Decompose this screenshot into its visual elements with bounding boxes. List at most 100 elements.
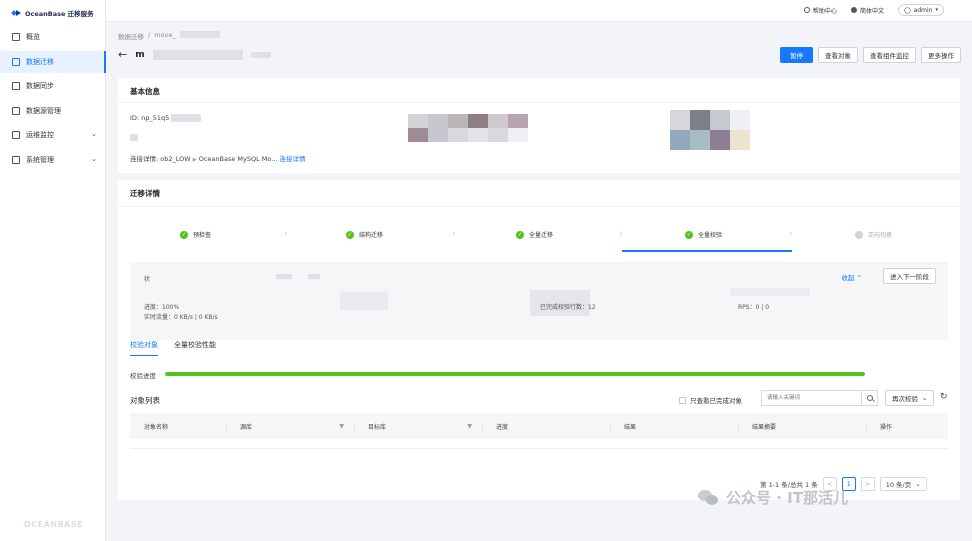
watermark-text: 公众号 · IT那活儿 [726, 489, 848, 507]
migration-detail-card: 迁移详情 ✓ 预检查 › ✓ 结构迁移 › ✓ 全量迁移 › ✓ 全量校验 › … [118, 180, 960, 500]
redacted-block [730, 288, 810, 296]
sidebar-item-label: 数据迁移 [26, 57, 54, 66]
page-size-label: 10 条/页 [885, 481, 912, 489]
help-center-label: 帮助中心 [812, 7, 837, 15]
search-icon [866, 395, 873, 401]
user-icon: ◯ [903, 6, 911, 14]
step-full-migration[interactable]: ✓ 全量迁移 [516, 230, 553, 239]
chevron-right-icon: › [789, 229, 793, 239]
filter-icon[interactable]: ▼ [339, 423, 344, 430]
globe-icon [850, 7, 857, 13]
only-finished-filter[interactable]: 只查看已完成对象 [679, 395, 742, 405]
view-monitor-button[interactable]: 查看组件监控 [863, 47, 916, 63]
collapse-toggle[interactable]: 收起 ⌃ [841, 272, 862, 282]
search-button[interactable] [861, 390, 877, 406]
datasource-icon [12, 106, 20, 115]
search-input[interactable] [762, 391, 862, 405]
migrate-icon [12, 57, 20, 66]
step-precheck[interactable]: ✓ 预检查 [180, 230, 211, 239]
sidebar-item-data-sync[interactable]: 数据同步 [0, 75, 106, 97]
oceanbase-logo-icon [12, 9, 21, 18]
progress-text: 进度：100% [144, 304, 180, 311]
object-table-header: 对象名称 源库 ▼ 目标库 ▼ 进度 结果 结果摘要 操作 [130, 413, 948, 439]
redacted-block [250, 51, 271, 58]
tab-verification-performance[interactable]: 全量校验性能 [174, 340, 216, 356]
column-header-target: 目标库 ▼ [354, 413, 482, 439]
footer-logo: OCEANBASE [24, 520, 84, 529]
divider [118, 102, 960, 103]
sidebar-item-datasource[interactable]: 数据源管理 [0, 100, 106, 122]
pending-circle-icon [855, 230, 863, 239]
redacted-field [130, 134, 138, 143]
step-forward-switch[interactable]: 正向切换 [855, 230, 892, 239]
tab-verification-objects[interactable]: 校验对象 [130, 340, 158, 356]
chevron-right-icon: › [284, 229, 288, 239]
chevron-down-icon: ⌄ [91, 130, 97, 138]
breadcrumb-root[interactable]: 数据迁移 [118, 31, 144, 41]
step-schema-migration[interactable]: ✓ 结构迁移 [346, 230, 383, 239]
sidebar-nav: 概览 数据迁移 数据同步 数据源管理 运维监控 ⌄ 系统管理 ⌄ [0, 26, 106, 173]
column-label: 目标库 [368, 423, 387, 431]
throughput-text: 实时流量：0 KB/s | 0 KB/s [144, 314, 218, 321]
column-label: 源库 [240, 423, 253, 431]
sidebar-item-data-migration[interactable]: 数据迁移 [0, 50, 106, 73]
pause-button[interactable]: 暂停 [780, 47, 813, 63]
check-circle-icon: ✓ [180, 230, 188, 239]
refresh-icon[interactable]: ↻ [940, 392, 948, 402]
only-finished-label: 只查看已完成对象 [690, 397, 742, 405]
sidebar-item-system[interactable]: 系统管理 ⌄ [0, 149, 106, 171]
sidebar-item-overview[interactable]: 概览 [0, 26, 106, 48]
checkbox[interactable] [679, 396, 686, 404]
step-full-verification[interactable]: ✓ 全量校验 [685, 230, 722, 239]
column-label: 进度 [496, 423, 509, 431]
chevron-down-icon: ⌄ [922, 394, 928, 402]
arrow-right-icon: ▶ [192, 157, 197, 163]
connection-details-link[interactable]: 连接详情 [280, 155, 306, 163]
task-id-value: np_51q5 [141, 114, 170, 122]
app-logo[interactable]: OceanBase 迁移服务 [12, 6, 94, 20]
check-circle-icon: ✓ [685, 230, 693, 239]
sidebar-item-monitor[interactable]: 运维监控 ⌄ [0, 124, 106, 146]
active-step-indicator [622, 250, 792, 252]
page-size-select[interactable]: 10 条/页 ⌄ [879, 477, 927, 491]
object-search [761, 390, 878, 406]
help-center-link[interactable]: 帮助中心 [803, 6, 837, 15]
language-switch[interactable]: 简体中文 [850, 6, 884, 15]
step-label: 正向切换 [868, 232, 893, 239]
migration-steps: ✓ 预检查 › ✓ 结构迁移 › ✓ 全量迁移 › ✓ 全量校验 › 正向切换 [118, 229, 960, 252]
sidebar-item-label: 运维监控 [26, 131, 54, 139]
sidebar-item-label: 概览 [26, 33, 40, 41]
column-header-progress: 进度 [482, 413, 610, 439]
column-label: 结果摘要 [752, 423, 777, 431]
recheck-label: 再次校验 [892, 395, 918, 403]
user-name: admin [913, 6, 933, 14]
chevron-up-icon: ⌃ [856, 274, 862, 282]
user-menu[interactable]: ◯ admin ▾ [897, 4, 944, 16]
view-objects-button[interactable]: 查看对象 [818, 47, 858, 63]
filter-icon[interactable]: ▼ [467, 423, 472, 430]
migration-detail-title: 迁移详情 [130, 189, 160, 198]
stage-summary: 状 进度：100% 实时流量：0 KB/s | 0 KB/s 已完成校验行数：1… [130, 262, 948, 340]
connection-label: 连接详情: [130, 155, 159, 163]
task-id-label: ID: [130, 114, 140, 122]
page-title: m [135, 49, 145, 60]
next-page-button[interactable]: > [860, 477, 875, 491]
connection-source: ob2_LOW [160, 155, 191, 163]
collapse-label: 收起 [841, 274, 855, 282]
more-actions-button[interactable]: 更多操作 [921, 47, 961, 63]
recheck-dropdown[interactable]: 再次校验 ⌄ [885, 390, 935, 406]
next-stage-button[interactable]: 进入下一阶段 [883, 268, 936, 284]
column-label: 对象名称 [144, 423, 169, 431]
column-header-object-name: 对象名称 [130, 413, 226, 439]
redacted-block [179, 31, 220, 38]
chevron-right-icon: › [452, 229, 456, 239]
breadcrumb: 数据迁移 / move_ [118, 31, 220, 41]
table-row [130, 439, 948, 449]
location-pin-icon [803, 7, 810, 13]
breadcrumb-current: move_ [154, 31, 176, 39]
verified-rows-text: 已完成校验行数：12 [540, 304, 596, 311]
redacted-block [171, 114, 202, 122]
check-circle-icon: ✓ [516, 230, 524, 239]
back-arrow-icon[interactable]: ← [118, 48, 127, 61]
page-title-row: ← m [118, 48, 271, 61]
